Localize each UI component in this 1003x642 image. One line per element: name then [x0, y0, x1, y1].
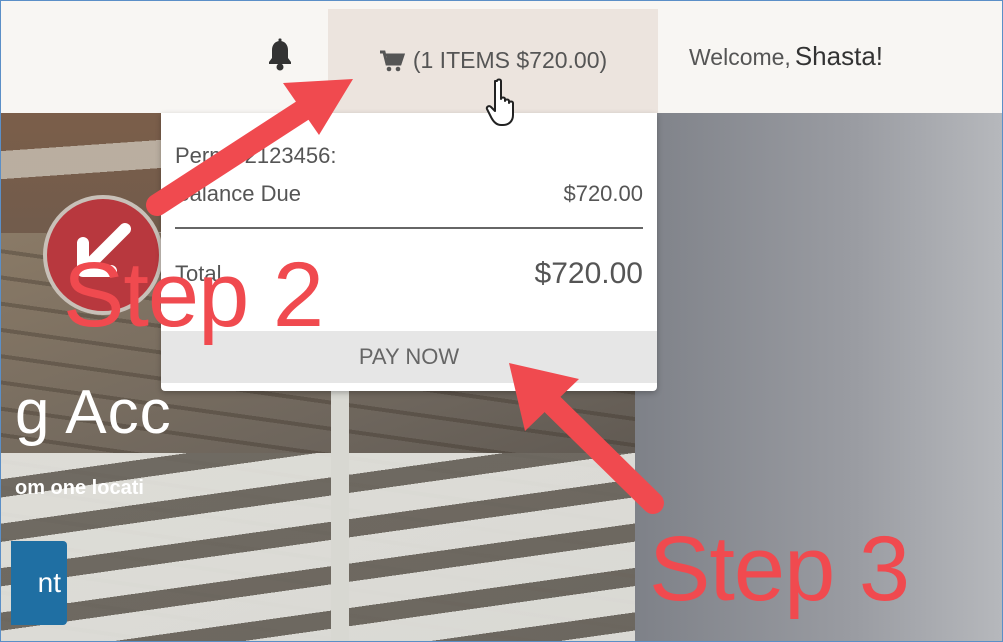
screenshot-frame: (1 ITEMS $720.00) Welcome, Shasta! g Acc… [0, 0, 1003, 642]
step2-annotation: Step 2 [63, 244, 324, 346]
permit-label: Permit 2123456: [175, 143, 337, 168]
step3-annotation: Step 3 [649, 518, 910, 620]
cart-summary-label: (1 ITEMS $720.00) [412, 47, 608, 73]
welcome-message: Welcome, Shasta! [689, 41, 883, 72]
balance-label: Balance Due [175, 181, 301, 206]
balance-amount: $720.00 [563, 181, 643, 206]
bell-icon [269, 38, 291, 71]
hand-cursor-icon [485, 78, 514, 126]
welcome-prefix: Welcome, [689, 44, 791, 70]
divider [175, 227, 643, 229]
hero-title: g Acc [15, 378, 172, 447]
notifications-button[interactable] [263, 35, 297, 75]
hero-cta-button[interactable]: nt [11, 541, 67, 625]
hero-subtitle: om one locati [15, 477, 144, 499]
user-name[interactable]: Shasta! [795, 41, 883, 72]
cart-icon [379, 50, 405, 71]
balance-row: Balance Due $720.00 [175, 181, 643, 207]
total-amount: $720.00 [534, 257, 643, 290]
